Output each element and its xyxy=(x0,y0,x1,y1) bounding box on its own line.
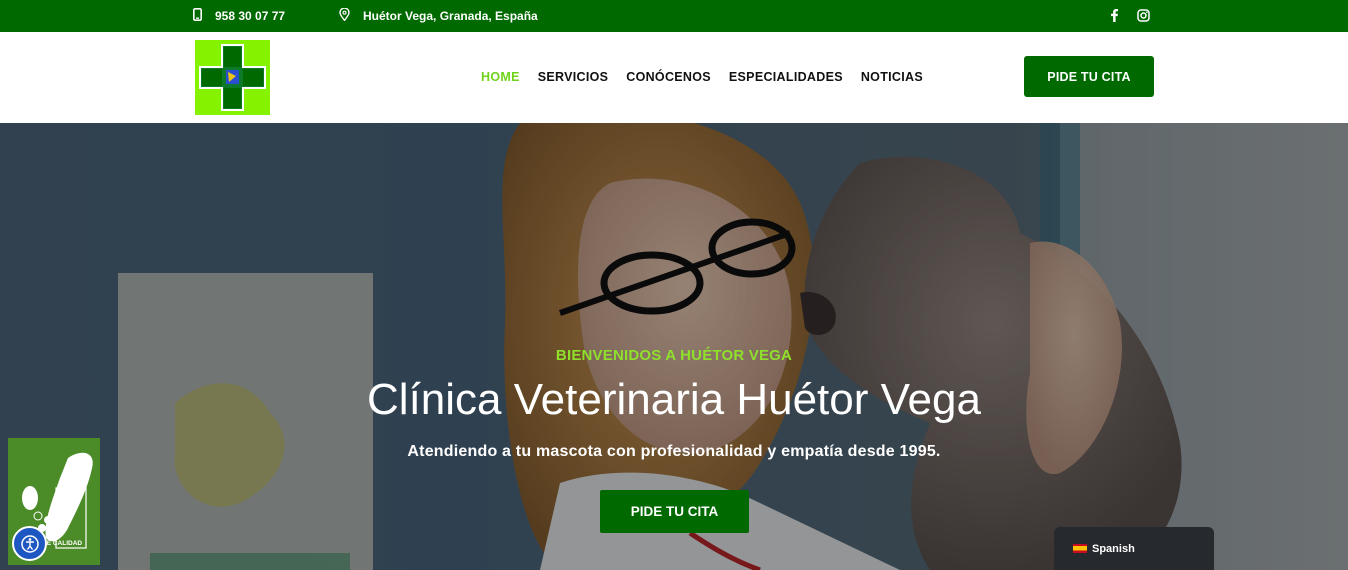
hero-eyebrow: BIENVENIDOS A HUÉTOR VEGA xyxy=(555,347,793,364)
address-contact[interactable]: Huétor Vega, Granada, España xyxy=(339,0,538,32)
hero-appointment-button[interactable]: PIDE TU CITA xyxy=(600,490,749,533)
hero-subtitle: Atendiendo a tu mascota con profesionali… xyxy=(407,443,941,460)
nav-servicios[interactable]: SERVICIOS xyxy=(538,70,609,84)
nav-home[interactable]: HOME xyxy=(481,70,520,84)
header-appointment-button[interactable]: PIDE TU CITA xyxy=(1024,56,1154,97)
nav-especialidades[interactable]: ESPECIALIDADES xyxy=(729,70,843,84)
language-label: Spanish xyxy=(1092,542,1135,555)
top-bar: 958 30 07 77 Huétor Vega, Granada, Españ… xyxy=(0,0,1348,32)
mobile-phone-icon xyxy=(193,8,203,24)
address-text: Huétor Vega, Granada, España xyxy=(363,9,538,23)
hero-banner: BIENVENIDOS A HUÉTOR VEGA Clínica Veteri… xyxy=(0,123,1348,570)
instagram-icon[interactable] xyxy=(1135,7,1151,23)
facebook-icon[interactable] xyxy=(1106,7,1122,23)
phone-number: 958 30 07 77 xyxy=(215,9,286,23)
accessibility-icon[interactable] xyxy=(12,526,47,561)
site-header: HOME SERVICIOS CONÓCENOS ESPECIALIDADES … xyxy=(0,32,1348,123)
hero-title: Clínica Veterinaria Huétor Vega xyxy=(367,375,981,424)
nav-noticias[interactable]: NOTICIAS xyxy=(861,70,923,84)
spain-flag-icon xyxy=(1073,544,1087,553)
main-nav: HOME SERVICIOS CONÓCENOS ESPECIALIDADES … xyxy=(481,70,941,84)
map-pin-icon xyxy=(339,7,350,24)
nav-conocenos[interactable]: CONÓCENOS xyxy=(626,70,711,84)
badge-text: DE CALIDAD xyxy=(42,540,83,547)
phone-contact[interactable]: 958 30 07 77 xyxy=(193,0,285,32)
hero-content: BIENVENIDOS A HUÉTOR VEGA Clínica Veteri… xyxy=(0,123,1348,570)
language-switcher[interactable]: Spanish xyxy=(1054,527,1214,570)
clinic-logo[interactable] xyxy=(195,40,270,115)
